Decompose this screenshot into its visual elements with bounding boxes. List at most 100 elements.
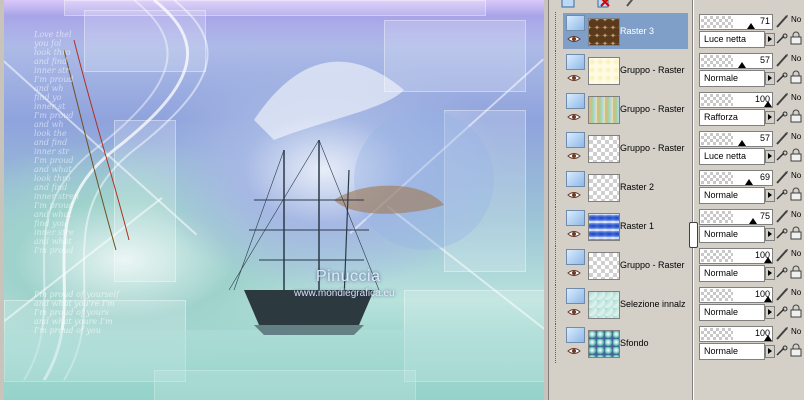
layer-row[interactable]: Raster 2 69 Normale No (549, 168, 804, 207)
layer-name-cell[interactable]: Raster 1 (563, 208, 688, 244)
opacity-slider[interactable]: 57 (699, 131, 773, 147)
visibility-eye-icon[interactable] (567, 191, 581, 199)
opacity-marker-icon[interactable] (738, 62, 746, 68)
visibility-eye-icon[interactable] (567, 74, 581, 82)
blend-mode-dropdown-arrow-icon[interactable] (765, 189, 775, 202)
layer-row[interactable]: Selezione innalz 100 Normale No (549, 285, 804, 324)
edit-brush-icon[interactable] (775, 53, 789, 67)
opacity-marker-icon[interactable] (738, 140, 746, 146)
visibility-eye-icon[interactable] (567, 308, 581, 316)
layer-row[interactable]: Sfondo 100 Normale No (549, 324, 804, 363)
opacity-preview (701, 94, 733, 106)
visibility-eye-icon[interactable] (567, 35, 581, 43)
layer-name-cell[interactable]: Gruppo - Raster (563, 247, 688, 283)
lock-icon[interactable] (790, 70, 802, 84)
opacity-preview (701, 133, 733, 145)
opacity-slider[interactable]: 100 (699, 248, 773, 264)
lock-icon[interactable] (790, 148, 802, 162)
visibility-eye-icon[interactable] (567, 347, 581, 355)
opacity-slider[interactable]: 71 (699, 14, 773, 30)
visibility-eye-icon[interactable] (567, 230, 581, 238)
image-canvas[interactable]: Love thel you fol look thro and find inn… (4, 0, 544, 400)
blend-mode-dropdown-arrow-icon[interactable] (765, 33, 775, 46)
blend-mode-select[interactable]: Normale (699, 226, 765, 243)
lock-icon[interactable] (790, 265, 802, 279)
blend-mode-dropdown-arrow-icon[interactable] (765, 72, 775, 85)
opacity-slider[interactable]: 100 (699, 326, 773, 342)
blend-mode-select[interactable]: Normale (699, 265, 765, 282)
lock-icon[interactable] (790, 187, 802, 201)
layer-row[interactable]: Gruppo - Raster 57 Luce netta No (549, 129, 804, 168)
tree-line (555, 246, 557, 285)
layer-name-cell[interactable]: Selezione innalz (563, 286, 688, 322)
link-icon[interactable] (775, 345, 789, 357)
layer-row[interactable]: Gruppo - Raster 100 Normale No (549, 246, 804, 285)
edit-brush-icon[interactable] (775, 14, 789, 28)
link-icon[interactable] (775, 228, 789, 240)
blend-mode-select[interactable]: Normale (699, 70, 765, 87)
watermark-name: Pinuccia (316, 268, 381, 285)
layer-row[interactable]: Gruppo - Raster 100 Rafforza No (549, 90, 804, 129)
link-icon[interactable] (775, 267, 789, 279)
edit-brush-icon[interactable] (775, 209, 789, 223)
lock-icon[interactable] (790, 226, 802, 240)
link-icon[interactable] (775, 189, 789, 201)
link-icon[interactable] (775, 150, 789, 162)
blend-mode-select[interactable]: Luce netta (699, 31, 765, 48)
lock-icon[interactable] (790, 109, 802, 123)
edit-brush-icon[interactable] (775, 248, 789, 262)
opacity-marker-icon[interactable] (749, 218, 757, 224)
opacity-marker-icon[interactable] (747, 23, 755, 29)
layer-name-cell[interactable]: Gruppo - Raster (563, 130, 688, 166)
visibility-eye-icon[interactable] (567, 152, 581, 160)
lock-icon[interactable] (790, 343, 802, 357)
mask-none-label: No (791, 210, 802, 219)
layer-name-cell[interactable]: Raster 2 (563, 169, 688, 205)
layer-thumbnail (588, 291, 620, 319)
delete-layer-icon[interactable] (597, 0, 611, 8)
layer-name-cell[interactable]: Gruppo - Raster (563, 91, 688, 127)
layer-name-cell[interactable]: Sfondo (563, 325, 688, 361)
edit-brush-icon[interactable] (775, 170, 789, 184)
edit-brush-icon[interactable] (775, 287, 789, 301)
link-icon[interactable] (775, 33, 789, 45)
visibility-eye-icon[interactable] (567, 269, 581, 277)
link-icon[interactable] (775, 111, 789, 123)
lock-icon[interactable] (790, 304, 802, 318)
opacity-value: 57 (759, 55, 770, 65)
layer-edit-icon[interactable] (625, 0, 639, 8)
edit-brush-icon[interactable] (775, 131, 789, 145)
opacity-slider[interactable]: 100 (699, 92, 773, 108)
blend-mode-dropdown-arrow-icon[interactable] (765, 267, 775, 280)
edit-brush-icon[interactable] (775, 326, 789, 340)
blend-mode-select[interactable]: Normale (699, 187, 765, 204)
blend-mode-select[interactable]: Rafforza (699, 109, 765, 126)
layer-row[interactable]: Raster 1 75 Normale No (549, 207, 804, 246)
opacity-slider[interactable]: 100 (699, 287, 773, 303)
layer-properties: 100 Normale No (699, 247, 804, 284)
layer-row[interactable]: Raster 3 71 Luce netta No (549, 12, 804, 51)
opacity-slider[interactable]: 57 (699, 53, 773, 69)
visibility-eye-icon[interactable] (567, 113, 581, 121)
link-icon[interactable] (775, 306, 789, 318)
opacity-value: 71 (759, 16, 770, 26)
opacity-marker-icon[interactable] (745, 179, 753, 185)
blend-mode-dropdown-arrow-icon[interactable] (765, 150, 775, 163)
blend-mode-dropdown-arrow-icon[interactable] (765, 111, 775, 124)
edit-brush-icon[interactable] (775, 92, 789, 106)
layer-name-cell[interactable]: Gruppo - Raster (563, 52, 688, 88)
link-icon[interactable] (775, 72, 789, 84)
blend-mode-select[interactable]: Luce netta (699, 148, 765, 165)
opacity-slider[interactable]: 69 (699, 170, 773, 186)
blend-mode-dropdown-arrow-icon[interactable] (765, 228, 775, 241)
blend-mode-select[interactable]: Normale (699, 304, 765, 321)
blend-mode-dropdown-arrow-icon[interactable] (765, 306, 775, 319)
new-layer-icon[interactable] (561, 0, 575, 8)
lock-icon[interactable] (790, 31, 802, 45)
opacity-slider[interactable]: 75 (699, 209, 773, 225)
canvas-area[interactable]: Love thel you fol look thro and find inn… (0, 0, 549, 400)
layer-name-cell[interactable]: Raster 3 (563, 13, 688, 49)
blend-mode-select[interactable]: Normale (699, 343, 765, 360)
blend-mode-dropdown-arrow-icon[interactable] (765, 345, 775, 358)
layer-row[interactable]: Gruppo - Raster 57 Normale No (549, 51, 804, 90)
